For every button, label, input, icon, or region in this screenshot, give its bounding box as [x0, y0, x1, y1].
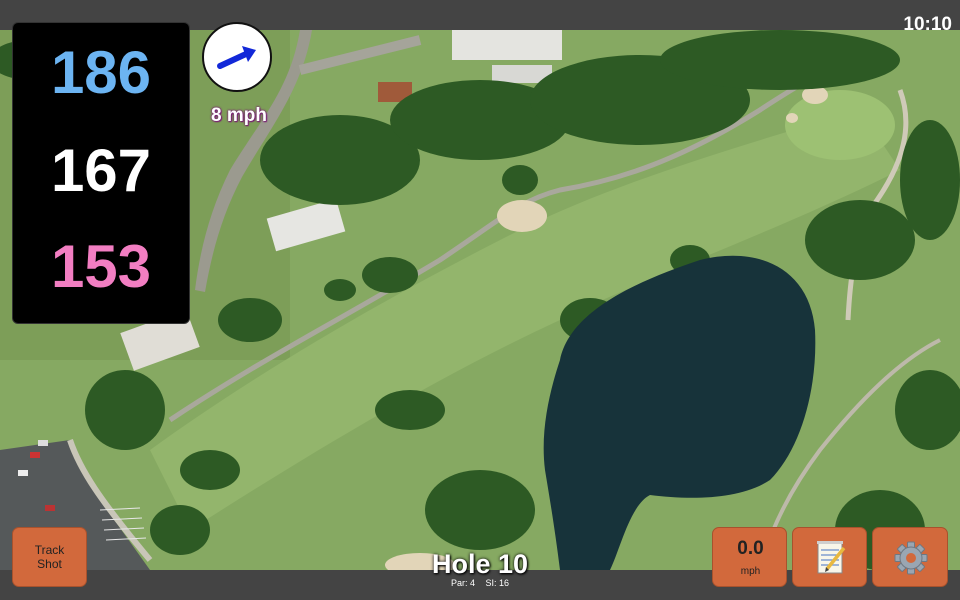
track-shot-button[interactable]: Track Shot [12, 527, 87, 587]
settings-button[interactable] [872, 527, 948, 587]
arrow-icon [217, 46, 256, 69]
track-shot-label-line1: Track [34, 543, 65, 557]
hole-info: Par: 4 SI: 16 [380, 578, 580, 588]
middle-yardage: 167 [50, 137, 152, 204]
track-shot-label-line2: Shot [37, 557, 62, 571]
clock: 10:10 [903, 14, 952, 35]
front-yardage: 153 [50, 233, 152, 300]
yardage-panel: 186 167 153 [12, 22, 190, 324]
notes-button[interactable] [792, 527, 867, 587]
gear-icon [894, 541, 928, 575]
hole-stroke-index: SI: 16 [485, 578, 510, 588]
speed-value: 0.0 [737, 538, 764, 559]
hole-title: Hole 10 [431, 549, 529, 579]
notepad-icon [817, 541, 846, 574]
wind-speed-label: 8 mph [211, 105, 267, 126]
speed-unit: mph [740, 566, 761, 577]
wind-indicator [202, 22, 272, 92]
speed-button[interactable]: 0.0 mph [712, 527, 787, 587]
hole-par: Par: 4 [450, 578, 475, 588]
back-yardage: 186 [50, 39, 152, 106]
